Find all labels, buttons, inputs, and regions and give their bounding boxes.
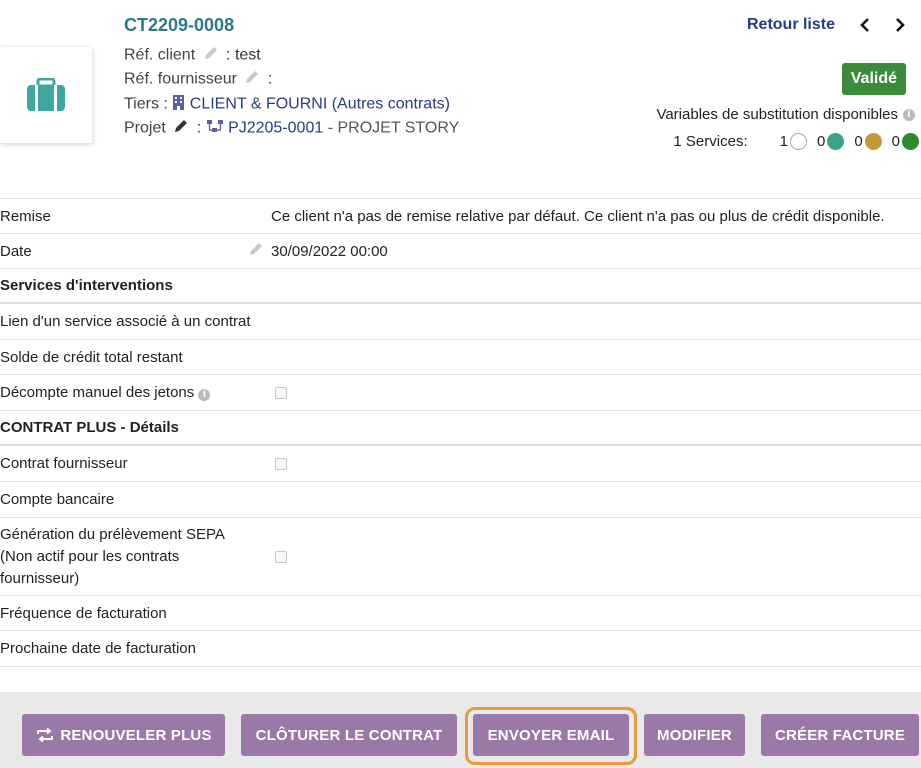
contract-details-table: Remise Ce client n'a pas de remise relat… — [0, 198, 921, 667]
tiers-line: Tiers : CLIENT & FOURNI (Autres contrats… — [124, 94, 450, 115]
sepa-line: (Non actif pour les contrats — [0, 547, 180, 565]
envoyer-email-button[interactable]: ENVOYER EMAIL — [473, 714, 629, 756]
decompte-label: Décompte manuel des jetons i — [0, 384, 211, 401]
projet-name: - PROJET STORY — [327, 119, 460, 137]
creer-facture-button[interactable]: CRÉER FACTURE — [761, 714, 919, 756]
sepa-label: Génération du prélèvement SEPA (Non acti… — [0, 524, 225, 590]
table-row: Fréquence de facturation — [0, 596, 921, 631]
service-count: 0 — [891, 133, 900, 150]
table-row: Compte bancaire — [0, 482, 921, 518]
date-label: Date — [0, 242, 32, 260]
ref-fournisseur-value: : — [267, 70, 273, 88]
previous-arrow-icon[interactable] — [856, 14, 874, 36]
cloturer-button[interactable]: CLÔTURER LE CONTRAT — [241, 714, 457, 756]
section-header: CONTRAT PLUS - Détails — [0, 411, 921, 446]
projet-line: Projet : PJ2205-0001 - PROJET STORY — [124, 118, 459, 139]
contrat-fournisseur-label: Contrat fournisseur — [0, 455, 128, 472]
projet-link[interactable]: PJ2205-0001 — [228, 120, 323, 137]
info-icon[interactable]: i — [903, 108, 915, 121]
prochaine-label: Prochaine date de facturation — [0, 640, 196, 657]
action-bar: RENOUVELER PLUS CLÔTURER LE CONTRAT ENVO… — [0, 692, 921, 768]
decompte-text: Décompte manuel des jetons — [0, 384, 195, 401]
frequence-label: Fréquence de facturation — [0, 604, 167, 622]
table-row: Remise Ce client n'a pas de remise relat… — [0, 198, 921, 234]
pencil-icon[interactable] — [248, 241, 264, 261]
status-circle-icon — [827, 133, 845, 150]
service-stat: 0 — [816, 133, 845, 150]
decompte-checkbox[interactable] — [275, 386, 287, 399]
section-header: Services d'interventions — [0, 269, 921, 304]
modifier-button[interactable]: MODIFIER — [644, 714, 745, 756]
lien-label: Lien d'un service associé à un contrat — [0, 313, 251, 330]
service-stat: 0 — [892, 133, 919, 150]
building-icon — [172, 94, 185, 115]
contract-ref: CT2209-0008 — [124, 15, 235, 35]
table-row: Solde de crédit total restant — [0, 340, 921, 375]
status-circle-icon — [864, 133, 882, 150]
retour-liste-link[interactable]: Retour liste — [747, 16, 835, 34]
autres-contrats-link[interactable]: (Autres contrats) — [332, 96, 450, 113]
ref-fournisseur-label: Réf. fournisseur — [124, 70, 237, 88]
solde-label: Solde de crédit total restant — [0, 348, 183, 366]
sepa-checkbox[interactable] — [275, 550, 287, 563]
ref-client-line: Réf. client : test — [124, 45, 261, 66]
service-stat: 0 — [854, 133, 882, 150]
contrat-fournisseur-checkbox[interactable] — [275, 457, 287, 470]
pencil-icon[interactable] — [173, 118, 189, 139]
compte-bancaire-label: Compte bancaire — [0, 491, 115, 508]
service-count: 0 — [854, 133, 863, 150]
remise-value: Ce client n'a pas de remise relative par… — [271, 207, 885, 225]
project-icon — [206, 119, 224, 138]
pencil-icon[interactable] — [244, 69, 260, 90]
service-count: 0 — [816, 133, 826, 150]
renouveler-button[interactable]: RENOUVELER PLUS — [22, 714, 225, 756]
ref-client-label: Réf. client — [124, 46, 196, 64]
substitution-label: Variables de substitution disponibles — [656, 106, 898, 123]
contract-logo — [0, 47, 92, 143]
services-summary: 1 Services: 1 0 0 0 — [673, 133, 919, 150]
table-row: Génération du prélèvement SEPA (Non acti… — [0, 518, 921, 596]
table-row: Prochaine date de facturation — [0, 631, 921, 667]
table-row: Décompte manuel des jetons i — [0, 375, 921, 411]
ref-fournisseur-line: Réf. fournisseur : — [124, 69, 272, 90]
table-row: Lien d'un service associé à un contrat — [0, 304, 921, 340]
status-badge: Validé — [841, 63, 906, 95]
projet-sep: : — [196, 119, 202, 137]
contract-header: CT2209-0008 Réf. client : test Réf. four… — [0, 0, 921, 195]
status-circle-icon — [789, 133, 807, 150]
sepa-line: fournisseur) — [0, 569, 80, 587]
projet-label: Projet — [124, 119, 166, 137]
service-count: 1 — [779, 133, 788, 150]
tiers-label: Tiers : — [124, 95, 168, 113]
pencil-icon[interactable] — [203, 45, 219, 66]
substitution-variables[interactable]: Variables de substitution disponibles i — [656, 106, 915, 123]
status-circle-icon — [902, 133, 919, 150]
briefcase-icon — [27, 78, 65, 111]
renew-icon — [37, 728, 54, 742]
date-value: 30/09/2022 00:00 — [271, 242, 388, 260]
tiers-link[interactable]: CLIENT & FOURNI — [190, 96, 328, 113]
table-row: Contrat fournisseur — [0, 446, 921, 482]
ref-client-value: : test — [226, 46, 261, 64]
sepa-line: Génération du prélèvement SEPA — [0, 525, 225, 543]
services-label: 1 Services: — [673, 133, 748, 150]
table-row: Date 30/09/2022 00:00 — [0, 234, 921, 269]
info-icon[interactable]: i — [198, 389, 211, 401]
section-title: CONTRAT PLUS - Détails — [0, 419, 179, 436]
remise-label: Remise — [0, 207, 51, 225]
section-title: Services d'interventions — [0, 277, 173, 294]
renouveler-label: RENOUVELER PLUS — [60, 726, 212, 744]
next-arrow-icon[interactable] — [891, 14, 909, 36]
service-stat: 1 — [780, 133, 807, 150]
